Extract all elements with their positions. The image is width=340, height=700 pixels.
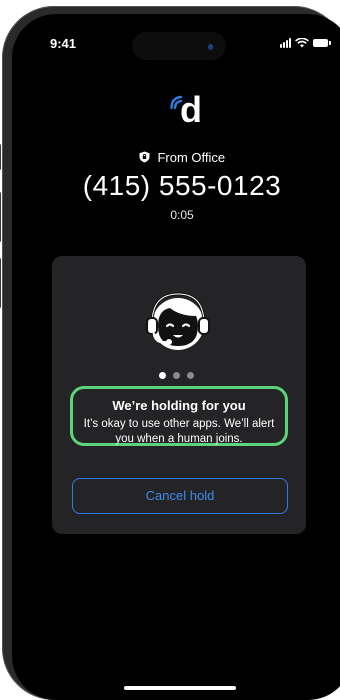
pager-dot-2 [173, 372, 180, 379]
action-button [0, 144, 1, 170]
app-logo: d [170, 89, 210, 130]
camera-dot [208, 44, 213, 50]
volume-down-button [0, 258, 1, 308]
home-indicator[interactable] [124, 686, 236, 690]
caller-source: From Office [12, 150, 340, 165]
phone-frame: 9:41 d From Office (415) 555-0123 0:05 W… [0, 6, 340, 700]
signal-bars-icon [280, 38, 291, 48]
hold-message-highlight: We’re holding for you It’s okay to use o… [70, 386, 288, 446]
status-time: 9:41 [50, 36, 77, 51]
battery-icon [313, 39, 331, 47]
pager-dot-3 [187, 372, 194, 379]
agent-headset-icon [146, 292, 210, 350]
hold-message: It’s okay to use other apps. We’ll alert… [83, 418, 275, 445]
phone-number: (415) 555-0123 [82, 170, 282, 201]
hold-card: We’re holding for you It’s okay to use o… [52, 256, 306, 534]
cancel-hold-button[interactable]: Cancel hold [72, 478, 288, 514]
pager-dots [159, 372, 194, 379]
screen: 9:41 d From Office (415) 555-0123 0:05 W… [12, 14, 340, 700]
volume-up-button [0, 192, 1, 242]
status-icons [280, 38, 331, 48]
logo-letter: d [180, 89, 202, 130]
dynamic-island [132, 32, 226, 60]
call-duration: 0:05 [170, 208, 194, 222]
hold-title: We’re holding for you [112, 398, 246, 413]
wifi-icon [295, 38, 309, 48]
shield-lock-icon [139, 151, 150, 163]
pager-dot-1 [159, 372, 166, 379]
from-label: From Office [157, 150, 226, 165]
